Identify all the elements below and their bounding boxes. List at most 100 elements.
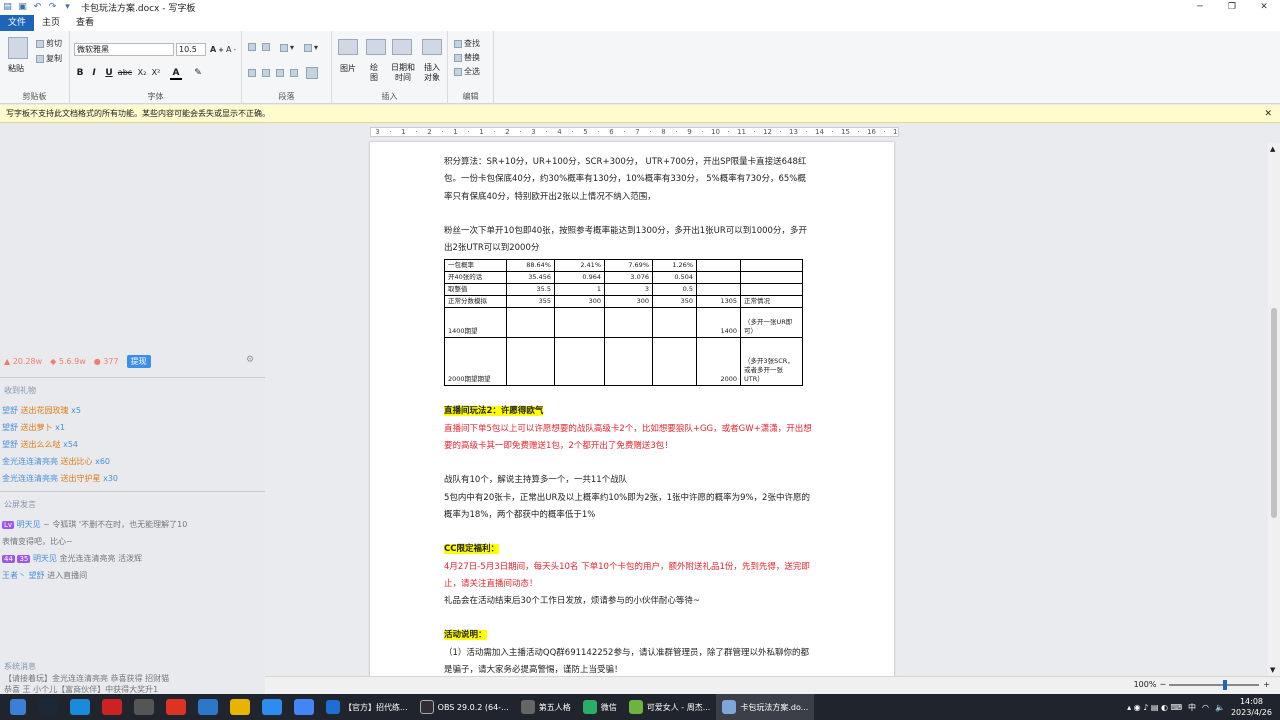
replace-icon xyxy=(454,53,462,62)
start-icon[interactable] xyxy=(10,699,26,715)
shrink-font-button[interactable]: A- xyxy=(226,45,236,54)
underline-button[interactable]: U xyxy=(103,68,115,78)
clock[interactable]: 14:08 2023/4/26 xyxy=(1231,696,1272,718)
steam-icon[interactable] xyxy=(38,699,58,715)
zoom-slider[interactable] xyxy=(1169,679,1260,690)
redo-icon[interactable]: ↷ xyxy=(47,2,58,13)
bold-button[interactable]: B xyxy=(74,68,86,78)
tab-view[interactable]: 查看 xyxy=(68,15,102,31)
select-all-button[interactable]: 全选 xyxy=(454,66,480,77)
withdraw-button[interactable]: 提现 xyxy=(126,355,151,368)
font-name-combo[interactable]: 微软雅黑 xyxy=(74,43,174,56)
taskbar-app[interactable]: 第五人格 xyxy=(515,694,577,720)
document-page[interactable]: 积分算法：SR+10分，UR+100分，SCR+300分， UTR+700分，开… xyxy=(370,142,894,682)
table-row: 取整值 35.5 1 3 0.5 xyxy=(444,283,803,297)
tab-file[interactable]: 文件 xyxy=(0,15,34,31)
app-icon[interactable] xyxy=(198,699,218,715)
taskbar-app[interactable]: OBS 29.0.2 (64-... xyxy=(414,694,515,720)
stream-panel: ▲ 20.28w ◆ 5.6.9w ● 377 提现 ⚙ 收到礼物 望舒 送出花… xyxy=(0,123,265,695)
replace-button[interactable]: 替换 xyxy=(454,52,480,63)
browser-icon[interactable] xyxy=(70,699,90,715)
app-icon[interactable] xyxy=(262,699,282,715)
bullet-list-button[interactable]: ▾ xyxy=(280,43,294,52)
taskbar-app[interactable]: 微信 xyxy=(577,694,623,720)
document-content[interactable]: 积分算法：SR+10分，UR+100分，SCR+300分， UTR+700分，开… xyxy=(444,154,814,679)
tray-icons[interactable]: ▴ ◉ ♪ ▤ ◐ ⌨ xyxy=(1127,703,1182,712)
title-bar: ▤ ▣ ↶ ↷ ▾ 卡包玩法方案.docx - 写字板 ─ ❐ ✕ xyxy=(0,0,1280,15)
zoom-in-button[interactable]: + xyxy=(1263,680,1270,689)
find-button[interactable]: 查找 xyxy=(454,38,480,49)
edit-label: 编辑 xyxy=(462,92,479,101)
input-method[interactable]: 中 xyxy=(1188,702,1196,713)
paint-button[interactable]: 绘图 xyxy=(370,63,380,83)
ruler-tick: 4 xyxy=(557,128,562,136)
ruler-tick: · xyxy=(519,128,522,136)
ruler-tick: 16 xyxy=(867,128,876,136)
settings-icon[interactable]: ⚙ xyxy=(246,355,254,365)
vertical-scrollbar[interactable]: ▲ ▼ xyxy=(1268,143,1280,676)
calendar-icon[interactable] xyxy=(392,39,412,55)
ribbon: 粘贴 剪切 复制 剪贴板 微软雅黑 10.5 A + A- B I U abc X… xyxy=(0,31,1280,104)
justify-button[interactable] xyxy=(290,69,298,77)
table-cell xyxy=(652,337,697,387)
grow-font-button[interactable]: A + xyxy=(210,45,224,54)
align-left-button[interactable] xyxy=(248,69,256,77)
ruler-tick: · xyxy=(649,128,652,136)
infobar-close-icon[interactable]: ✕ xyxy=(1264,105,1272,123)
app-icon[interactable] xyxy=(134,699,154,715)
table-cell: 1305 xyxy=(696,295,741,309)
zoom-slider-thumb[interactable] xyxy=(1223,679,1228,690)
paint-icon[interactable] xyxy=(366,39,386,55)
cut-button[interactable]: 剪切 xyxy=(36,38,62,49)
paste-button[interactable]: 粘贴 xyxy=(8,63,24,74)
infobar-text: 写字板不支持此文档格式的所有功能。某些内容可能会丢失或显示不正确。 xyxy=(6,109,270,118)
taskbar-app[interactable]: 【官方】招代练... xyxy=(320,694,414,720)
paragraph-gift: 礼品会在活动结束后30个工作日发放，烦请参与的小伙伴耐心等待~ xyxy=(444,596,700,607)
strikethrough-button[interactable]: abc xyxy=(117,68,133,77)
picture-icon[interactable] xyxy=(338,39,358,55)
object-icon[interactable] xyxy=(422,39,442,55)
align-center-button[interactable] xyxy=(262,69,270,77)
increase-indent-button[interactable] xyxy=(262,43,270,51)
maximize-button[interactable]: ❐ xyxy=(1216,0,1248,15)
zoom-out-button[interactable]: ─ xyxy=(1160,680,1165,689)
align-right-button[interactable] xyxy=(276,69,284,77)
highlight-button[interactable]: ✎ xyxy=(192,68,204,78)
scroll-thumb[interactable] xyxy=(1271,308,1277,518)
customize-icon[interactable]: ▾ xyxy=(62,2,73,13)
zoom-level: 100% xyxy=(1133,680,1157,689)
paragraph-settings-button[interactable] xyxy=(306,67,318,79)
font-color-button[interactable]: A xyxy=(170,68,182,80)
scroll-up-icon[interactable]: ▲ xyxy=(1270,145,1275,153)
insert-object-button[interactable]: 插入对象 xyxy=(422,63,442,83)
chrome-icon[interactable] xyxy=(294,699,314,715)
wifi-icon[interactable]: ◠ xyxy=(1202,703,1209,712)
netease-icon[interactable] xyxy=(166,699,186,715)
app-icon[interactable] xyxy=(230,699,250,715)
save-icon[interactable]: ▣ xyxy=(17,2,28,13)
volume-icon[interactable]: 🔈 xyxy=(1215,703,1225,712)
datetime-button[interactable]: 日期和时间 xyxy=(390,63,416,83)
paragraph-odds: 5包内中有20张卡，正常出UR及以上概率约10%即为2张，1张中许愿的概率为9%… xyxy=(444,492,810,520)
italic-button[interactable]: I xyxy=(88,68,100,78)
tab-home[interactable]: 主页 xyxy=(34,15,68,31)
undo-icon[interactable]: ↶ xyxy=(32,2,43,13)
close-button[interactable]: ✕ xyxy=(1248,0,1280,15)
superscript-button[interactable]: X² xyxy=(150,68,162,77)
table-cell xyxy=(696,271,741,285)
font-size-combo[interactable]: 10.5 xyxy=(176,43,206,56)
paste-icon[interactable] xyxy=(8,37,28,59)
font-label: 字体 xyxy=(147,92,164,101)
ruler-tick: 8 xyxy=(661,128,666,136)
copy-button[interactable]: 复制 xyxy=(36,53,62,64)
line-spacing-button[interactable]: ▾ xyxy=(304,43,318,52)
ruler[interactable]: 3 · 1 · 2 · 1 · 1 · 2 · 3 · 4 · 5 · 6 · 7 · 8 · 9 · 10 · 11 · 12 · 13 · 14… xyxy=(370,127,899,137)
decrease-indent-button[interactable] xyxy=(248,43,256,51)
taskbar-app[interactable]: 可爱女人 - 周杰... xyxy=(623,694,717,720)
scroll-down-icon[interactable]: ▼ xyxy=(1270,666,1275,674)
subscript-button[interactable]: X₂ xyxy=(136,68,148,77)
minimize-button[interactable]: ─ xyxy=(1184,0,1216,15)
game-icon[interactable] xyxy=(102,699,122,715)
picture-button[interactable]: 图片 xyxy=(340,63,356,74)
taskbar-app-active[interactable]: 卡包玩法方案.do... xyxy=(716,694,815,720)
